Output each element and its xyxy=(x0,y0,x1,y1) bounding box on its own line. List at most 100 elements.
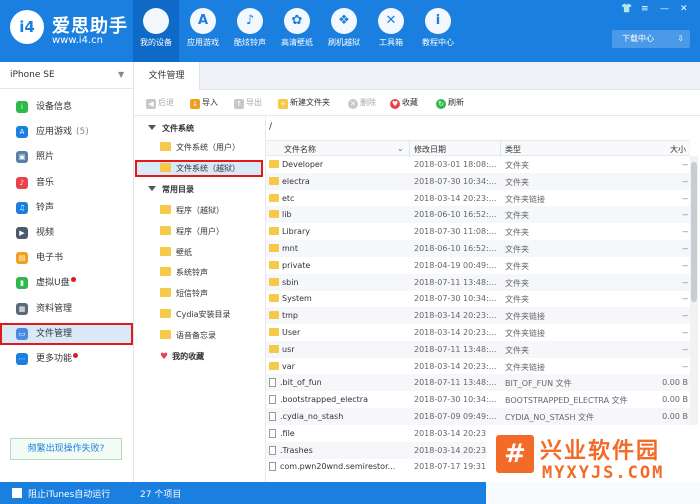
minimize-icon[interactable]: — xyxy=(660,4,669,14)
folder-icon xyxy=(160,225,171,235)
tree-common-item[interactable]: 壁纸 xyxy=(160,244,192,261)
current-path[interactable]: / xyxy=(266,122,686,136)
nav-item-6[interactable]: i 教程中心 xyxy=(415,6,461,58)
file-name: lib xyxy=(282,210,292,220)
table-row[interactable]: .cydia_no_stash 2018-07-09 09:49:... CYDIA… xyxy=(266,408,690,425)
file-date: 2018-04-19 00:49:... xyxy=(414,260,496,270)
close-icon[interactable]: ✕ xyxy=(680,4,688,14)
folder-icon xyxy=(269,160,279,168)
table-row[interactable]: sbin 2018-07-11 13:48:... 文件夹 -- xyxy=(266,273,690,291)
table-row[interactable]: tmp 2018-03-14 20:23:... 文件夹链接 -- xyxy=(266,307,690,325)
file-size: -- xyxy=(682,260,688,270)
table-row[interactable]: User 2018-03-14 20:23:... 文件夹链接 -- xyxy=(266,324,690,341)
expand-triangle-icon[interactable] xyxy=(148,186,156,191)
sidebar-item-label: 应用游戏 xyxy=(36,127,73,138)
table-row[interactable]: .bit_of_fun 2018-07-11 13:48:... BIT_OF_FU… xyxy=(266,374,690,392)
export-button[interactable]: ↑ 导出 xyxy=(234,97,262,109)
table-row[interactable]: var 2018-03-14 20:23:... 文件夹链接 -- xyxy=(266,358,690,375)
nav-item-4[interactable]: ❖ 刷机越狱 xyxy=(321,6,367,58)
column-divider xyxy=(409,141,410,157)
file-size: -- xyxy=(682,227,688,237)
file-type: 文件夹链接 xyxy=(505,329,545,338)
table-row[interactable]: etc 2018-03-14 20:23:... 文件夹链接 -- xyxy=(266,190,690,207)
tab-file-manager[interactable]: 文件管理 xyxy=(134,62,200,90)
col-date[interactable]: 修改日期 xyxy=(414,144,446,155)
nav-item-1[interactable]: A 应用游戏 xyxy=(180,6,226,58)
table-row[interactable]: lib 2018-06-10 16:52:... 文件夹 -- xyxy=(266,206,690,224)
file-date: 2018-03-01 18:08:... xyxy=(414,160,496,169)
table-row[interactable]: private 2018-04-19 00:49:... 文件夹 -- xyxy=(266,257,690,274)
device-name[interactable]: iPhone SE xyxy=(10,70,55,80)
tree-common-item[interactable]: 短信铃声 xyxy=(160,285,208,302)
feedback-button[interactable]: 频繁出现操作失败? xyxy=(10,438,122,460)
file-manager-icon: ▭ xyxy=(16,327,28,340)
sort-chevron-icon[interactable]: ⌄ xyxy=(397,144,404,153)
table-row[interactable]: usr 2018-07-11 13:48:... 文件夹 -- xyxy=(266,340,690,358)
column-divider xyxy=(500,141,501,157)
favorite-button[interactable]: ♥ 收藏 xyxy=(390,97,418,109)
tree-common-item[interactable]: 语音备忘录 xyxy=(160,327,216,344)
tree-favorites[interactable]: ♥ 我的收藏 xyxy=(160,348,204,365)
tree-filesystem-jailbreak[interactable]: 文件系统（越狱） xyxy=(135,160,263,177)
file-size: -- xyxy=(682,277,688,287)
notification-dot xyxy=(70,277,76,283)
menu-icon[interactable]: ≡ xyxy=(641,4,649,14)
nav-item-0[interactable]: 我的设备 xyxy=(133,0,179,62)
file-name-cell: electra xyxy=(269,176,405,186)
back-button[interactable]: ◀ 后退 xyxy=(146,97,174,109)
folder-icon xyxy=(160,163,171,172)
sidebar-item-5[interactable]: ▶ 视频 xyxy=(0,222,133,244)
refresh-icon: ↻ xyxy=(436,99,446,109)
tree-common-item[interactable]: 程序（越狱） xyxy=(160,202,224,219)
file-name-cell: usr xyxy=(269,344,405,354)
col-name[interactable]: 文件名称 xyxy=(284,144,316,155)
table-row[interactable]: Library 2018-07-30 11:08:... 文件夹 -- xyxy=(266,223,690,240)
new-folder-icon: + xyxy=(278,99,288,109)
sidebar-item-9[interactable]: ▭ 文件管理 xyxy=(0,322,133,345)
nav-item-2[interactable]: ♪ 酷炫铃声 xyxy=(227,6,273,58)
tree-filesystem[interactable]: 文件系统 xyxy=(148,120,194,137)
skin-icon[interactable]: 👕 xyxy=(621,4,632,14)
col-type[interactable]: 类型 xyxy=(505,144,521,155)
sidebar-item-4[interactable]: ♫ 铃声 xyxy=(0,197,133,219)
file-date: 2018-03-14 20:23:... xyxy=(414,445,496,455)
table-row[interactable]: .bootstrapped_electra 2018-07-30 10:34:..… xyxy=(266,391,690,408)
import-button[interactable]: ↓ 导入 xyxy=(190,97,218,109)
sidebar-item-8[interactable]: ▦ 资料管理 xyxy=(0,298,133,320)
tree-common-item[interactable]: 系统铃声 xyxy=(160,264,208,281)
tree-filesystem-user[interactable]: 文件系统（用户） xyxy=(160,139,240,156)
download-center-button[interactable]: 下载中心 ⇩ xyxy=(612,30,690,48)
chevron-down-icon[interactable]: ▼ xyxy=(118,70,124,79)
col-size[interactable]: 大小 xyxy=(670,144,686,155)
expand-triangle-icon[interactable] xyxy=(148,125,156,130)
tree-common[interactable]: 常用目录 xyxy=(148,181,194,198)
sidebar-item-7[interactable]: ▮ 虚拟U盘 xyxy=(0,272,133,294)
tree-common-item[interactable]: Cydia安装目录 xyxy=(160,306,231,323)
nav-item-5[interactable]: ✕ 工具箱 xyxy=(368,6,414,58)
sidebar-item-3[interactable]: ♪ 音乐 xyxy=(0,172,133,194)
file-type: 文件夹 xyxy=(505,278,529,288)
delete-button[interactable]: ✕ 删除 xyxy=(348,97,376,109)
sidebar-item-1[interactable]: A 应用游戏 (5) xyxy=(0,121,133,143)
app-header: i4 爱思助手 www.i4.cn 我的设备 A 应用游戏 ♪ 酷炫铃声 ✿ 高清壁纸 ❖ 刷机… xyxy=(0,0,700,62)
file-icon xyxy=(269,428,276,438)
new-folder-button[interactable]: + 新建文件夹 xyxy=(278,97,330,109)
table-row[interactable]: Developer 2018-03-01 18:08:... 文件夹 -- xyxy=(266,156,690,173)
sidebar-item-label: 音乐 xyxy=(36,177,55,188)
table-row[interactable]: System 2018-07-30 10:34:... 文件夹 -- xyxy=(266,290,690,307)
table-row[interactable]: electra 2018-07-30 10:34:... 文件夹 -- xyxy=(266,172,690,190)
app-count: (5) xyxy=(76,127,89,138)
table-row[interactable]: mnt 2018-06-10 16:52:... 文件夹 -- xyxy=(266,240,690,257)
refresh-button[interactable]: ↻ 刷新 xyxy=(436,97,464,109)
sidebar-item-2[interactable]: ▣ 照片 xyxy=(0,146,133,168)
folder-icon xyxy=(269,260,279,269)
itunes-checkbox[interactable] xyxy=(12,488,22,498)
sidebar-item-label: 照片 xyxy=(36,152,55,163)
sidebar-item-6[interactable]: ▤ 电子书 xyxy=(0,247,133,269)
sidebar-item-0[interactable]: i 设备信息 xyxy=(0,96,133,118)
scroll-thumb[interactable] xyxy=(691,162,697,302)
nav-item-3[interactable]: ✿ 高清壁纸 xyxy=(274,6,320,58)
sidebar-item-label: 电子书 xyxy=(36,253,64,264)
sidebar-item-10[interactable]: ⋯ 更多功能 xyxy=(0,348,133,370)
tree-common-item[interactable]: 程序（用户） xyxy=(160,223,224,240)
